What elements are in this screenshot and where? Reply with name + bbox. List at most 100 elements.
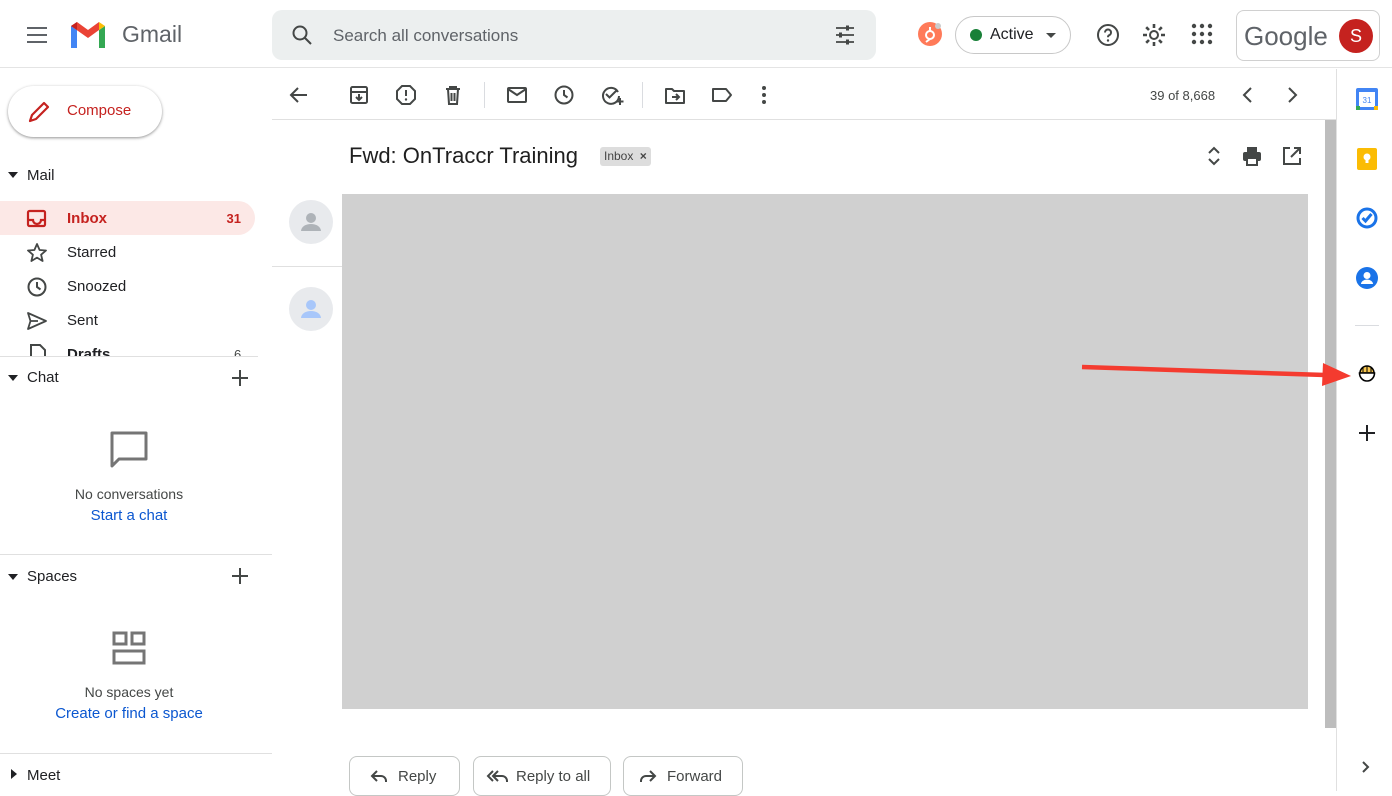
settings-gear-icon[interactable]	[1141, 22, 1167, 48]
compose-button[interactable]: Compose	[8, 86, 162, 137]
section-divider	[0, 554, 272, 555]
status-dropdown[interactable]: Active	[955, 16, 1071, 54]
collapse-caret-icon[interactable]	[8, 374, 18, 382]
back-arrow-icon[interactable]	[288, 84, 310, 106]
hubspot-extension-icon[interactable]	[918, 22, 942, 46]
pagination-count: 39 of 8,668	[1150, 88, 1216, 103]
mail-section-header[interactable]: Mail	[27, 167, 55, 184]
archive-icon[interactable]	[348, 84, 370, 106]
delete-trash-icon[interactable]	[442, 84, 464, 106]
google-calendar-icon[interactable]: 31	[1355, 87, 1379, 111]
expand-all-icon[interactable]	[1203, 145, 1225, 167]
collapse-caret-icon[interactable]	[8, 171, 18, 179]
label-chip-text: Inbox	[604, 149, 634, 163]
sidebar-item-inbox[interactable]: Inbox 31	[0, 201, 255, 235]
forward-arrow-icon	[638, 766, 658, 786]
toolbar-divider	[642, 82, 643, 108]
sidebar-item-snoozed[interactable]: Snoozed	[0, 269, 255, 303]
sidebar-item-starred[interactable]: Starred	[0, 235, 255, 269]
caret-down-icon	[1045, 32, 1057, 40]
google-contacts-icon[interactable]	[1355, 266, 1379, 290]
newer-chevron-left-icon[interactable]	[1237, 84, 1259, 106]
side-panel-border	[1336, 69, 1337, 791]
star-icon	[26, 242, 48, 264]
email-body-redacted	[342, 194, 1308, 709]
move-to-folder-icon[interactable]	[664, 84, 686, 106]
create-space-link[interactable]: Create or find a space	[0, 705, 258, 722]
remove-label-x-icon[interactable]: ×	[640, 149, 647, 163]
show-side-panel-chevron-icon[interactable]	[1359, 759, 1373, 775]
sidebar-item-label: Starred	[67, 244, 117, 261]
older-chevron-right-icon[interactable]	[1281, 84, 1303, 106]
search-input[interactable]: Search all conversations	[333, 26, 518, 46]
chat-section-header[interactable]: Chat	[27, 369, 59, 386]
inbox-icon	[26, 208, 48, 230]
annotation-arrow-icon	[1080, 358, 1355, 388]
addon-helmet-icon[interactable]	[1355, 362, 1379, 386]
forward-label: Forward	[667, 768, 723, 785]
pencil-icon	[26, 99, 52, 125]
thread-scrollbar[interactable]	[1325, 120, 1336, 728]
main-menu-icon[interactable]	[22, 23, 52, 47]
sidebar-item-label: Snoozed	[67, 278, 127, 295]
google-wordmark: Google	[1244, 21, 1328, 51]
toolbar-bottom-border	[272, 119, 1336, 120]
app-name: Gmail	[122, 21, 183, 47]
section-divider	[0, 356, 258, 357]
chat-empty-text: No conversations	[74, 486, 184, 502]
gmail-logo-icon[interactable]	[68, 18, 108, 50]
draft-icon	[30, 344, 46, 356]
reply-all-arrow-icon	[486, 766, 510, 786]
draft-count: 6	[234, 347, 242, 356]
avatar[interactable]: S	[1339, 19, 1373, 53]
clock-icon	[26, 276, 48, 298]
spaces-section-header[interactable]: Spaces	[27, 568, 77, 585]
svg-text:31: 31	[1363, 96, 1372, 105]
search-bar[interactable]: Search all conversations	[272, 10, 876, 60]
search-options-icon[interactable]	[834, 24, 856, 46]
sidebar-item-label: Inbox	[67, 210, 107, 227]
label-tag-icon[interactable]	[711, 84, 733, 106]
forward-button[interactable]: Forward	[623, 756, 743, 796]
reply-button[interactable]: Reply	[349, 756, 460, 796]
section-divider	[0, 753, 272, 754]
more-options-icon[interactable]	[753, 84, 775, 106]
sender-avatar[interactable]	[289, 200, 333, 244]
toolbar-divider	[484, 82, 485, 108]
reply-all-label: Reply to all	[516, 768, 591, 785]
google-keep-icon[interactable]	[1355, 147, 1379, 171]
open-in-new-window-icon[interactable]	[1281, 145, 1303, 167]
sender-avatar[interactable]	[289, 287, 333, 331]
unread-count: 31	[226, 211, 241, 226]
sidebar-item-sent[interactable]: Sent	[0, 303, 255, 337]
sidebar-item-label: Sent	[67, 312, 98, 329]
start-chat-link[interactable]: Start a chat	[0, 507, 258, 524]
sidebar-item-drafts[interactable]: Drafts 6	[0, 337, 258, 356]
send-icon	[26, 310, 48, 332]
new-chat-plus-icon[interactable]	[231, 369, 249, 387]
snooze-clock-icon[interactable]	[553, 84, 575, 106]
reply-all-button[interactable]: Reply to all	[473, 756, 611, 796]
status-dot-icon	[970, 29, 982, 41]
top-header: Gmail Search all conversations Active Go…	[0, 0, 1392, 68]
add-to-tasks-icon[interactable]	[600, 84, 624, 106]
apps-grid-icon[interactable]	[1190, 22, 1214, 46]
google-tasks-icon[interactable]	[1355, 206, 1379, 230]
inbox-label-chip[interactable]: Inbox ×	[600, 147, 651, 166]
account-switcher[interactable]: Google S	[1236, 10, 1380, 61]
rail-divider	[1355, 325, 1379, 326]
help-icon[interactable]	[1095, 22, 1121, 48]
spaces-grid-icon	[112, 631, 146, 665]
report-spam-icon[interactable]	[395, 84, 417, 106]
collapse-caret-icon[interactable]	[8, 573, 18, 581]
get-addons-plus-icon[interactable]	[1355, 421, 1379, 445]
reply-arrow-icon	[369, 766, 389, 786]
new-space-plus-icon[interactable]	[231, 567, 249, 585]
search-icon[interactable]	[290, 23, 314, 47]
meet-section-header[interactable]: Meet	[27, 767, 60, 784]
reply-label: Reply	[398, 768, 437, 785]
mark-unread-mail-icon[interactable]	[506, 84, 528, 106]
expand-caret-icon[interactable]	[10, 769, 18, 779]
print-icon[interactable]	[1241, 145, 1263, 167]
message-divider	[272, 266, 342, 267]
